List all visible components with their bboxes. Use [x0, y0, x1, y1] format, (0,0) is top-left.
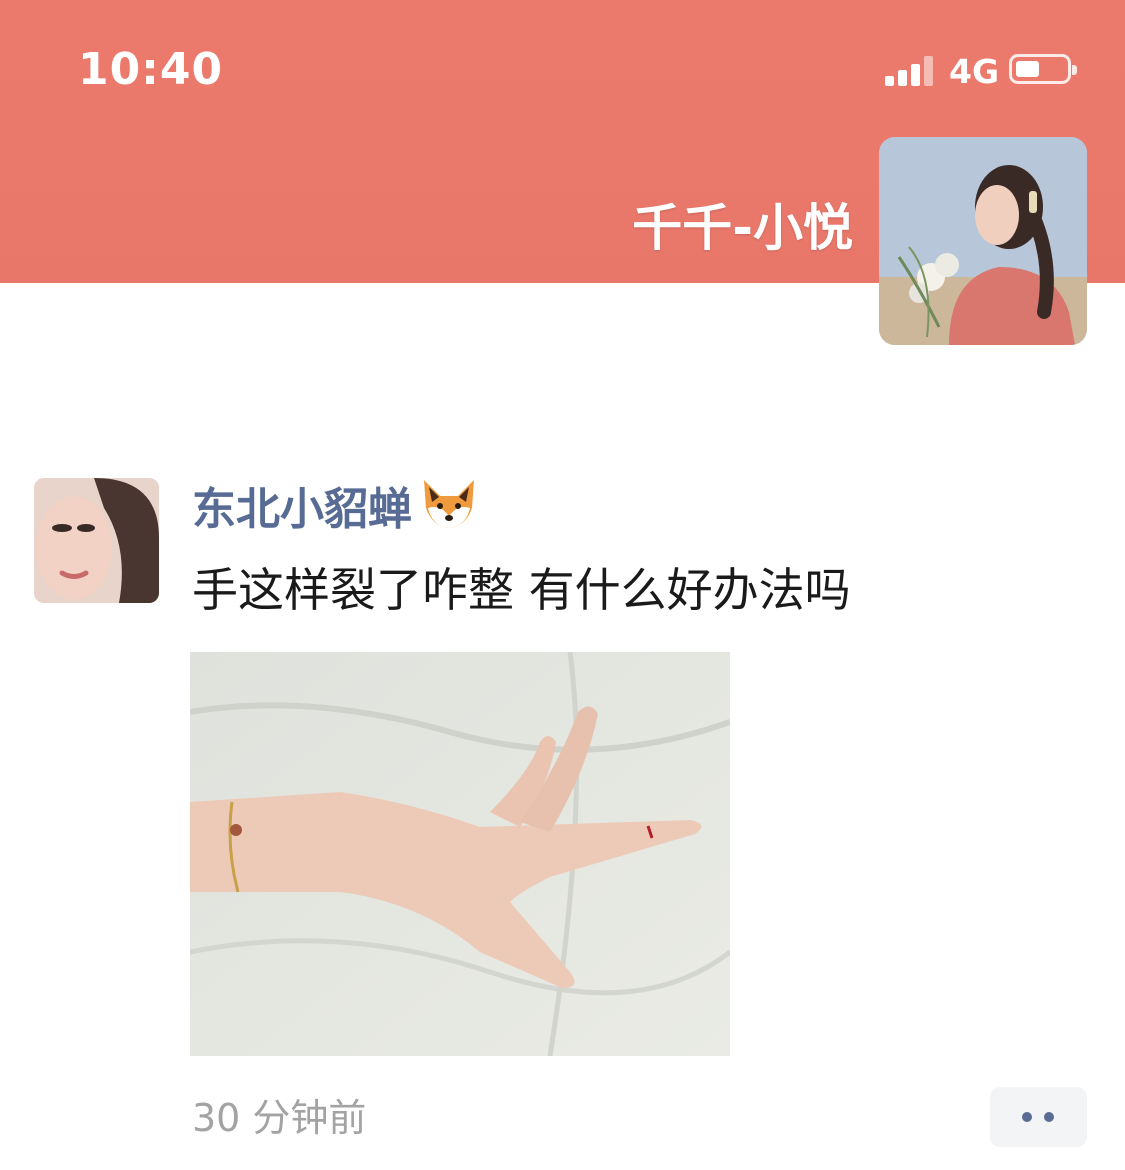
- post-author-name[interactable]: 东北小貂蝉: [192, 478, 478, 546]
- post-text: 手这样裂了咋整 有什么好办法吗: [192, 563, 851, 617]
- two-dots-icon-dot: [1044, 1112, 1054, 1122]
- post-image[interactable]: [190, 652, 730, 1056]
- more-actions-button[interactable]: [990, 1087, 1087, 1147]
- battery-icon: [1009, 54, 1077, 84]
- network-label: 4G: [949, 52, 1000, 91]
- two-dots-icon: [1022, 1112, 1032, 1122]
- battery-level: [1016, 61, 1039, 77]
- post-author-name-text[interactable]: 东北小貂蝉: [192, 484, 412, 535]
- moments-page: 10:40 4G 千千-小悦 东北小貂蝉 手这样裂了咋整 有什么好办法吗 30 …: [0, 0, 1125, 1170]
- post-author-avatar[interactable]: [34, 478, 159, 603]
- owner-avatar[interactable]: [879, 137, 1087, 345]
- signal-icon: [885, 56, 937, 86]
- post-timestamp: 30 分钟前: [192, 1096, 367, 1140]
- fox-face-icon: [420, 478, 478, 546]
- owner-name[interactable]: 千千-小悦: [632, 188, 853, 260]
- status-time: 10:40: [78, 44, 224, 95]
